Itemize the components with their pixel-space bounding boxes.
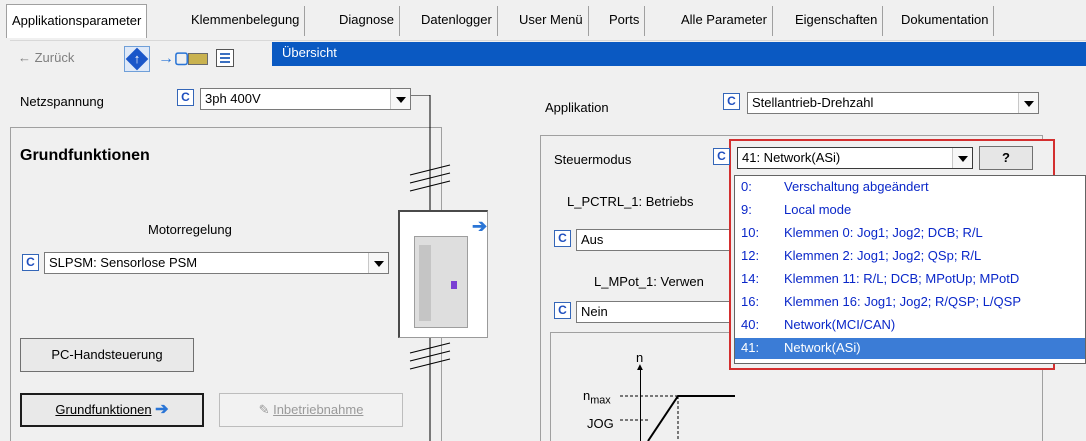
option-14[interactable]: 14: Klemmen 11: R/L; DCB; MPotUp; MPotD — [735, 269, 1085, 290]
grundfunktionen-title: Grundfunktionen — [20, 147, 150, 164]
chevron-down-icon — [368, 253, 388, 273]
pc-handsteuerung-button[interactable]: PC-Handsteuerung — [20, 338, 194, 372]
tab-alle-parameter[interactable]: Alle Parameter — [676, 6, 773, 36]
inbetriebnahme-button: ✎ Inbetriebnahme — [219, 393, 403, 427]
applikation-label: Applikation — [545, 100, 609, 115]
option-12[interactable]: 12: Klemmen 2: Jog1; Jog2; QSp; R/L — [735, 246, 1085, 267]
chart-nmax-label: nmax — [583, 388, 611, 407]
arrow-right-icon: ➔ — [472, 216, 488, 236]
steuermodus-select[interactable]: 41: Network(ASi) — [737, 147, 973, 169]
pctrl-param-c[interactable]: C — [554, 230, 571, 247]
tab-ports[interactable]: Ports — [604, 6, 646, 36]
mpot-label: L_MPot_1: Verwen — [594, 274, 704, 289]
tab-eigenschaften[interactable]: Eigenschaften — [790, 6, 884, 36]
netzspannung-select[interactable]: 3ph 400V — [200, 88, 411, 110]
applikation-param-c[interactable]: C — [723, 93, 740, 110]
grundfunktionen-button[interactable]: Grundfunktionen ➔ — [20, 393, 204, 427]
option-10[interactable]: 10: Klemmen 0: Jog1; Jog2; DCB; R/L — [735, 223, 1085, 244]
chart-axis-arrow-icon: ▲ — [635, 362, 645, 373]
motorregelung-param-c[interactable]: C — [22, 254, 39, 271]
option-9[interactable]: 9: Local mode — [735, 200, 1085, 221]
parameter-tree-icon[interactable] — [216, 49, 234, 67]
option-16[interactable]: 16: Klemmen 16: Jog1; Jog2; R/QSP; L/QSP — [735, 292, 1085, 313]
steuermodus-options-list: 0: Verschaltung abgeändert 9: Local mode 1… — [734, 175, 1086, 364]
option-0[interactable]: 0: Verschaltung abgeändert — [735, 177, 1085, 198]
steuermodus-label: Steuermodus — [554, 152, 632, 167]
steuermodus-param-c[interactable]: C — [713, 148, 730, 165]
speed-profile-trace — [620, 395, 735, 441]
tab-user-menue[interactable]: User Menü — [514, 6, 589, 36]
chevron-down-icon — [952, 148, 972, 168]
navigation-bar: ← Zurück ↑ →▢ Übersicht — [10, 40, 1086, 74]
tools-icon: ✎ — [258, 402, 270, 417]
option-40[interactable]: 40: Network(MCI/CAN) — [735, 315, 1085, 336]
netzspannung-param-c[interactable]: C — [177, 89, 194, 106]
applikation-select[interactable]: Stellantrieb-Drehzahl — [747, 92, 1039, 114]
device-image — [414, 236, 468, 328]
mpot-select[interactable]: Nein — [576, 301, 736, 323]
tab-diagnose[interactable]: Diagnose — [334, 6, 400, 36]
breadcrumb: Übersicht — [272, 42, 1086, 66]
go-to-icon[interactable]: →▢ — [158, 50, 189, 68]
help-button[interactable]: ? — [979, 146, 1033, 170]
tab-klemmenbelegung[interactable]: Klemmenbelegung — [186, 6, 306, 36]
motorregelung-label: Motorregelung — [148, 222, 232, 237]
chevron-down-icon — [1018, 93, 1038, 113]
motorregelung-select[interactable]: SLPSM: Sensorlose PSM — [44, 252, 389, 274]
tab-dokumentation[interactable]: Dokumentation — [896, 6, 995, 36]
chart-jog-label: JOG — [587, 416, 614, 431]
arrow-right-icon: ➔ — [155, 401, 169, 418]
netzspannung-label: Netzspannung — [20, 94, 104, 109]
mpot-param-c[interactable]: C — [554, 302, 571, 319]
info-icon[interactable]: ↑ — [124, 46, 150, 72]
tab-applikationsparameter[interactable]: Applikationsparameter — [6, 4, 148, 38]
pctrl-label: L_PCTRL_1: Betriebs — [567, 194, 694, 209]
document-icon[interactable] — [188, 53, 208, 65]
tab-datenlogger[interactable]: Datenlogger — [416, 6, 498, 36]
tab-bar: Applikationsparameter Klemmenbelegung Di… — [0, 0, 1086, 42]
back-button[interactable]: ← Zurück — [18, 50, 74, 65]
pctrl-select[interactable]: Aus — [576, 229, 736, 251]
option-41[interactable]: 41: Network(ASi) — [735, 338, 1085, 359]
